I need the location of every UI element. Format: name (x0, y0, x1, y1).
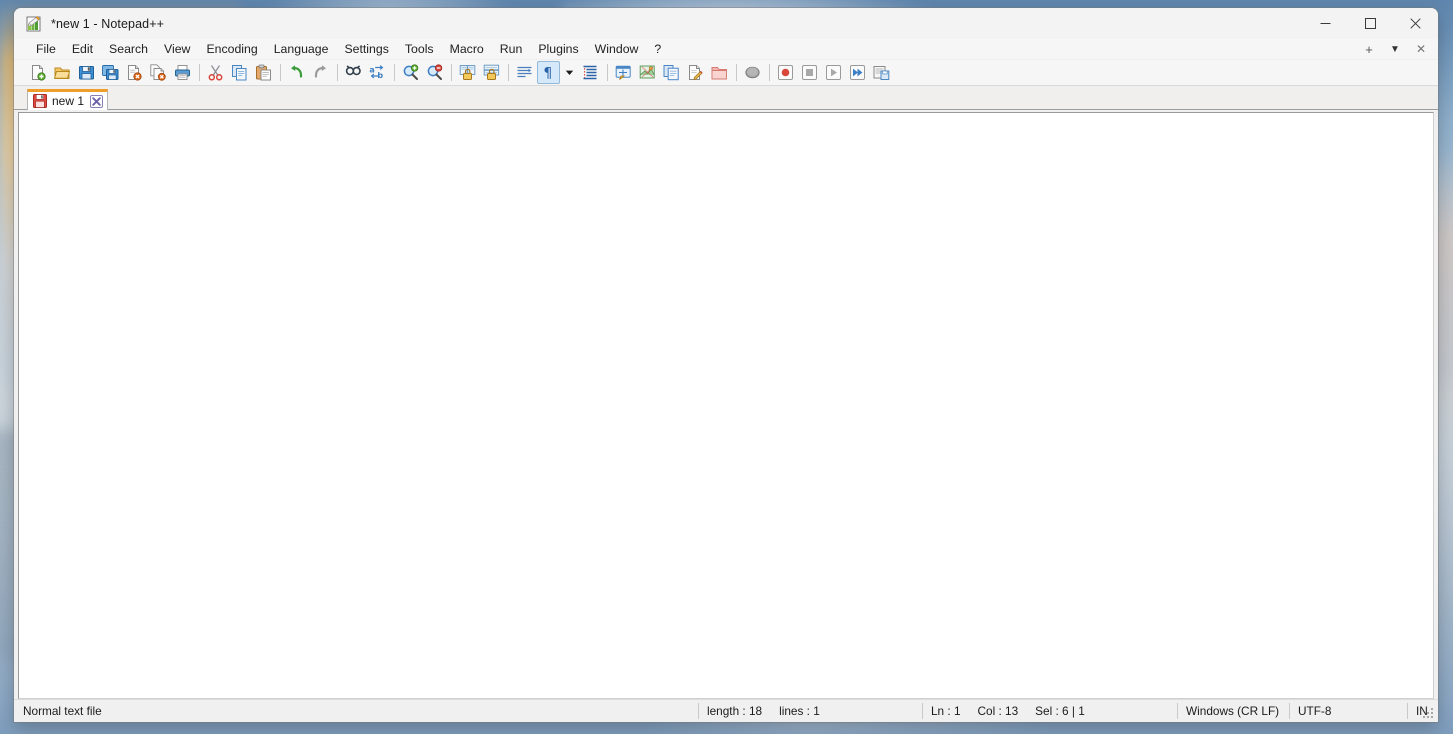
title-bar[interactable]: *new 1 - Notepad++ (14, 8, 1438, 39)
menu-item-plugins[interactable]: Plugins (530, 40, 586, 59)
window-controls (1303, 8, 1438, 39)
editor-area (14, 110, 1438, 699)
menu-bar: File Edit Search View Encoding Language … (14, 39, 1438, 60)
copy-button[interactable] (228, 61, 251, 84)
open-file-button[interactable] (51, 61, 74, 84)
document-switcher-button[interactable] (660, 61, 683, 84)
svg-text:b: b (377, 71, 383, 80)
close-button[interactable] (1393, 8, 1438, 39)
cut-button[interactable] (204, 61, 227, 84)
toolbar-separator (736, 64, 737, 81)
toolbar-separator (337, 64, 338, 81)
paste-button[interactable] (252, 61, 275, 84)
unsaved-floppy-icon (33, 94, 47, 108)
status-line-number: Ln : 1 (931, 704, 961, 718)
status-column-number: Col : 13 (977, 704, 1019, 718)
menu-item-tools[interactable]: Tools (397, 40, 442, 59)
menu-item-macro[interactable]: Macro (442, 40, 492, 59)
svg-text:a: a (369, 65, 374, 74)
menu-item-settings[interactable]: Settings (336, 40, 396, 59)
status-file-type: Normal text file (23, 704, 102, 718)
show-all-characters-dropdown[interactable] (561, 61, 578, 84)
print-button[interactable] (171, 61, 194, 84)
toolbar-separator (508, 64, 509, 81)
status-eol-format[interactable]: Windows (CR LF) (1177, 700, 1289, 722)
status-caret-position: Ln : 1 Col : 13 Sel : 6 | 1 (922, 700, 1177, 722)
macro-run-multiple-button[interactable] (846, 61, 869, 84)
status-length-lines: length : 18 lines : 1 (698, 700, 922, 722)
zoom-in-button[interactable] (399, 61, 422, 84)
new-document-button[interactable]: + (1356, 39, 1382, 59)
menu-item-view[interactable]: View (156, 40, 198, 59)
menu-item-encoding[interactable]: Encoding (198, 40, 265, 59)
macro-play-button[interactable] (822, 61, 845, 84)
menu-item-window[interactable]: Window (587, 40, 647, 59)
document-controls: + ▼ ✕ (1356, 39, 1434, 59)
close-all-button[interactable] (147, 61, 170, 84)
menu-item-file[interactable]: File (28, 40, 64, 59)
toolbar-separator (451, 64, 452, 81)
macro-stop-button[interactable] (798, 61, 821, 84)
sync-horizontal-scroll-button[interactable] (480, 61, 503, 84)
menu-item-help[interactable]: ? (646, 40, 669, 59)
notepad-plus-plus-icon (26, 15, 42, 32)
word-wrap-button[interactable] (513, 61, 536, 84)
show-all-characters-button[interactable]: ¶ (537, 61, 560, 84)
find-button[interactable] (342, 61, 365, 84)
chevron-down-icon[interactable]: ▼ (1382, 39, 1408, 59)
tab-close-icon[interactable] (90, 94, 104, 108)
status-lines: lines : 1 (779, 704, 820, 718)
tab-label: new 1 (52, 94, 85, 108)
window-title: *new 1 - Notepad++ (51, 16, 164, 31)
status-encoding[interactable]: UTF-8 (1289, 700, 1407, 722)
toolbar-separator (607, 64, 608, 81)
document-tab-new-1[interactable]: new 1 (27, 89, 109, 110)
toolbar-separator (769, 64, 770, 81)
status-bar: Normal text file length : 18 lines : 1 L… (14, 699, 1438, 722)
new-file-button[interactable] (27, 61, 50, 84)
monitoring-button[interactable] (741, 61, 764, 84)
function-list-button[interactable] (684, 61, 707, 84)
sync-vertical-scroll-button[interactable] (456, 61, 479, 84)
replace-button[interactable]: a b (366, 61, 389, 84)
toolbar-separator (394, 64, 395, 81)
zoom-out-button[interactable] (423, 61, 446, 84)
menu-item-run[interactable]: Run (492, 40, 531, 59)
window-resize-grip[interactable] (1422, 707, 1435, 720)
menu-item-edit[interactable]: Edit (64, 40, 101, 59)
macro-save-button[interactable] (870, 61, 893, 84)
minimize-button[interactable] (1303, 8, 1348, 39)
toolbar: a b ¶ (14, 60, 1438, 86)
menu-item-language[interactable]: Language (266, 40, 337, 59)
user-defined-dialog-button[interactable] (612, 61, 635, 84)
macro-record-button[interactable] (774, 61, 797, 84)
tab-bar: new 1 (14, 86, 1438, 110)
status-length: length : 18 (707, 704, 763, 718)
svg-text:¶: ¶ (543, 66, 552, 80)
toolbar-separator (280, 64, 281, 81)
document-map-button[interactable] (636, 61, 659, 84)
text-editor[interactable] (18, 112, 1434, 699)
redo-button[interactable] (309, 61, 332, 84)
folder-as-workspace-button[interactable] (708, 61, 731, 84)
toolbar-separator (199, 64, 200, 81)
maximize-button[interactable] (1348, 8, 1393, 39)
close-document-button[interactable]: ✕ (1408, 39, 1434, 59)
status-selection: Sel : 6 | 1 (1035, 704, 1085, 718)
close-button[interactable] (123, 61, 146, 84)
menu-item-search[interactable]: Search (101, 40, 156, 59)
save-all-button[interactable] (99, 61, 122, 84)
indent-guide-button[interactable] (579, 61, 602, 84)
save-button[interactable] (75, 61, 98, 84)
notepad-plus-plus-window: *new 1 - Notepad++ File Edit Search View… (14, 8, 1438, 722)
undo-button[interactable] (285, 61, 308, 84)
